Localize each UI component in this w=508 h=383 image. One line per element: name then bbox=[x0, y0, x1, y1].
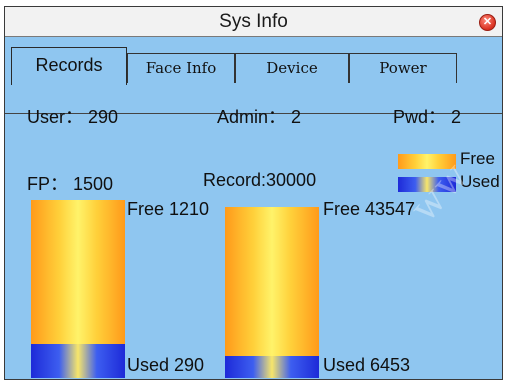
tab-records[interactable]: Records bbox=[11, 47, 127, 85]
fp-free-label: Free 1210 bbox=[127, 199, 210, 219]
tab-device[interactable]: Device bbox=[235, 53, 349, 83]
window-title: Sys Info bbox=[219, 11, 288, 32]
record-used-segment bbox=[225, 356, 319, 378]
sys-info-window: Sys Info ✕ Records Face Info Device Powe… bbox=[4, 6, 503, 380]
close-icon[interactable]: ✕ bbox=[479, 14, 496, 31]
admin-count: Admin： 2 bbox=[217, 107, 302, 127]
record-free-label: Free 43547 bbox=[323, 199, 416, 219]
record-capacity: Record:30000 bbox=[203, 170, 317, 190]
fp-usage-bar bbox=[31, 200, 125, 378]
tab-power[interactable]: Power bbox=[349, 53, 457, 83]
fp-used-segment bbox=[31, 344, 125, 378]
tab-face-info[interactable]: Face Info bbox=[127, 53, 235, 83]
record-usage-bar bbox=[225, 207, 319, 378]
tab-bar: Records Face Info Device Power bbox=[5, 37, 502, 114]
fp-free-segment bbox=[31, 200, 125, 344]
title-bar: Sys Info ✕ bbox=[5, 7, 502, 37]
record-used-label: Used 6453 bbox=[323, 355, 411, 375]
pwd-count: Pwd： 2 bbox=[393, 107, 462, 127]
user-count: User： 290 bbox=[27, 107, 119, 127]
record-free-segment bbox=[225, 207, 319, 356]
legend-free-label: Free bbox=[460, 149, 495, 168]
fp-used-label: Used 290 bbox=[127, 355, 205, 375]
fp-capacity: FP： 1500 bbox=[27, 174, 114, 194]
